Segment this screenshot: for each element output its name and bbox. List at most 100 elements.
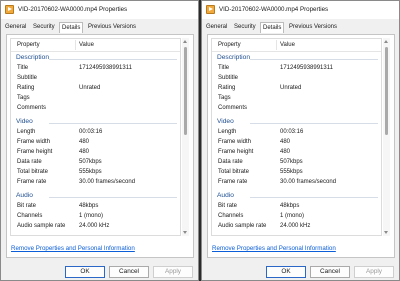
property-list[interactable]: Property Value Description Title 17124959…: [211, 38, 382, 236]
column-value[interactable]: Value: [280, 42, 295, 48]
property-value: Unrated: [79, 85, 101, 91]
property-row[interactable]: Rating Unrated: [212, 84, 381, 94]
vertical-scrollbar[interactable]: [182, 38, 189, 236]
property-name: Channels: [17, 213, 43, 219]
window-title: VID-20170602-WA0000.mp4 Properties: [219, 6, 329, 13]
property-list[interactable]: Property Value Description Title 17124959…: [10, 38, 181, 236]
vertical-scrollbar[interactable]: [383, 38, 390, 236]
column-property[interactable]: Property: [17, 42, 40, 48]
section-divider: [250, 197, 378, 198]
property-row[interactable]: Title 1712495938991311: [11, 64, 180, 74]
property-row[interactable]: Channels 1 (mono): [11, 212, 180, 222]
section-audio: Audio: [11, 191, 180, 202]
section-divider: [250, 123, 378, 124]
column-divider[interactable]: [276, 40, 277, 50]
property-row[interactable]: Frame width 480: [212, 138, 381, 148]
tab-general[interactable]: General: [5, 24, 26, 30]
property-value: 1712495938991311: [79, 65, 132, 71]
remove-properties-link[interactable]: Remove Properties and Personal Informati…: [11, 245, 135, 252]
section-description: Description: [11, 53, 180, 64]
tab-strip: General Security Details Previous Versio…: [1, 20, 198, 35]
property-name: Length: [17, 129, 36, 135]
column-value[interactable]: Value: [79, 42, 94, 48]
property-row[interactable]: Comments: [11, 104, 180, 114]
property-value: 30.00 frames/second: [280, 179, 337, 185]
apply-button[interactable]: Apply: [153, 266, 193, 278]
property-row[interactable]: Total bitrate 555kbps: [212, 168, 381, 178]
ok-button[interactable]: OK: [65, 266, 105, 278]
tab-security[interactable]: Security: [234, 24, 256, 30]
property-row[interactable]: Frame height 480: [11, 148, 180, 158]
scroll-thumb[interactable]: [385, 47, 388, 135]
property-name: Frame height: [17, 149, 53, 155]
property-row[interactable]: Data rate 507kbps: [11, 158, 180, 168]
property-row[interactable]: Frame width 480: [11, 138, 180, 148]
scroll-thumb[interactable]: [184, 47, 187, 135]
title-bar[interactable]: VID-20170602-WA0000.mp4 Properties: [1, 1, 198, 19]
scroll-down-arrow-icon[interactable]: [183, 231, 187, 234]
property-row[interactable]: Bit rate 48kbps: [11, 202, 180, 212]
property-row[interactable]: Channels 1 (mono): [212, 212, 381, 222]
property-name: Frame height: [218, 149, 254, 155]
tab-strip: General Security Details Previous Versio…: [202, 20, 399, 35]
scroll-up-arrow-icon[interactable]: [183, 40, 187, 43]
property-name: Frame rate: [218, 179, 248, 185]
property-name: Rating: [218, 85, 236, 91]
video-file-icon: [5, 5, 14, 14]
property-name: Frame rate: [17, 179, 47, 185]
section-label: Description: [217, 54, 250, 61]
property-value: 48kbps: [280, 203, 300, 209]
section-divider: [49, 197, 177, 198]
property-name: Total bitrate: [218, 169, 250, 175]
property-row[interactable]: Tags: [11, 94, 180, 104]
property-row[interactable]: Title 1712495938991311: [212, 64, 381, 74]
section-video: Video: [11, 117, 180, 128]
tab-previous-versions[interactable]: Previous Versions: [88, 24, 136, 30]
remove-properties-link[interactable]: Remove Properties and Personal Informati…: [212, 245, 336, 252]
tab-previous-versions[interactable]: Previous Versions: [289, 24, 337, 30]
tab-details[interactable]: Details: [59, 22, 84, 33]
scroll-down-arrow-icon[interactable]: [384, 231, 388, 234]
tab-general[interactable]: General: [206, 24, 227, 30]
property-name: Data rate: [17, 159, 42, 165]
section-audio: Audio: [212, 191, 381, 202]
property-row[interactable]: Frame rate 30.00 frames/second: [11, 178, 180, 188]
property-row[interactable]: Comments: [212, 104, 381, 114]
cancel-button[interactable]: Cancel: [109, 266, 149, 278]
property-row[interactable]: Bit rate 48kbps: [212, 202, 381, 212]
scroll-up-arrow-icon[interactable]: [384, 40, 388, 43]
window-title: VID-20170602-WA0000.mp4 Properties: [18, 6, 128, 13]
property-name: Total bitrate: [17, 169, 49, 175]
property-value: 555kbps: [79, 169, 102, 175]
property-value: 507kbps: [280, 159, 303, 165]
property-row[interactable]: Frame height 480: [212, 148, 381, 158]
property-row[interactable]: Subtitle: [11, 74, 180, 84]
property-row[interactable]: Total bitrate 555kbps: [11, 168, 180, 178]
property-name: Audio sample rate: [218, 223, 267, 229]
section-video: Video: [212, 117, 381, 128]
property-row[interactable]: Audio sample rate 24.000 kHz: [212, 222, 381, 232]
property-row[interactable]: Subtitle: [212, 74, 381, 84]
property-row[interactable]: Frame rate 30.00 frames/second: [212, 178, 381, 188]
property-row[interactable]: Data rate 507kbps: [212, 158, 381, 168]
section-label: Video: [16, 118, 33, 125]
ok-button[interactable]: OK: [266, 266, 306, 278]
property-name: Title: [17, 65, 29, 71]
property-name: Frame width: [218, 139, 252, 145]
property-row[interactable]: Length 00:03:16: [11, 128, 180, 138]
title-bar[interactable]: VID-20170602-WA0000.mp4 Properties: [202, 1, 399, 19]
video-file-icon: [206, 5, 215, 14]
column-property[interactable]: Property: [218, 42, 241, 48]
tab-security[interactable]: Security: [33, 24, 55, 30]
property-row[interactable]: Tags: [212, 94, 381, 104]
tab-details[interactable]: Details: [260, 22, 285, 33]
property-value: 48kbps: [79, 203, 99, 209]
apply-button[interactable]: Apply: [354, 266, 394, 278]
property-name: Title: [218, 65, 230, 71]
property-row[interactable]: Length 00:03:16: [212, 128, 381, 138]
property-name: Bit rate: [218, 203, 238, 209]
property-row[interactable]: Rating Unrated: [11, 84, 180, 94]
property-row[interactable]: Audio sample rate 24.000 kHz: [11, 222, 180, 232]
cancel-button[interactable]: Cancel: [310, 266, 350, 278]
column-divider[interactable]: [75, 40, 76, 50]
